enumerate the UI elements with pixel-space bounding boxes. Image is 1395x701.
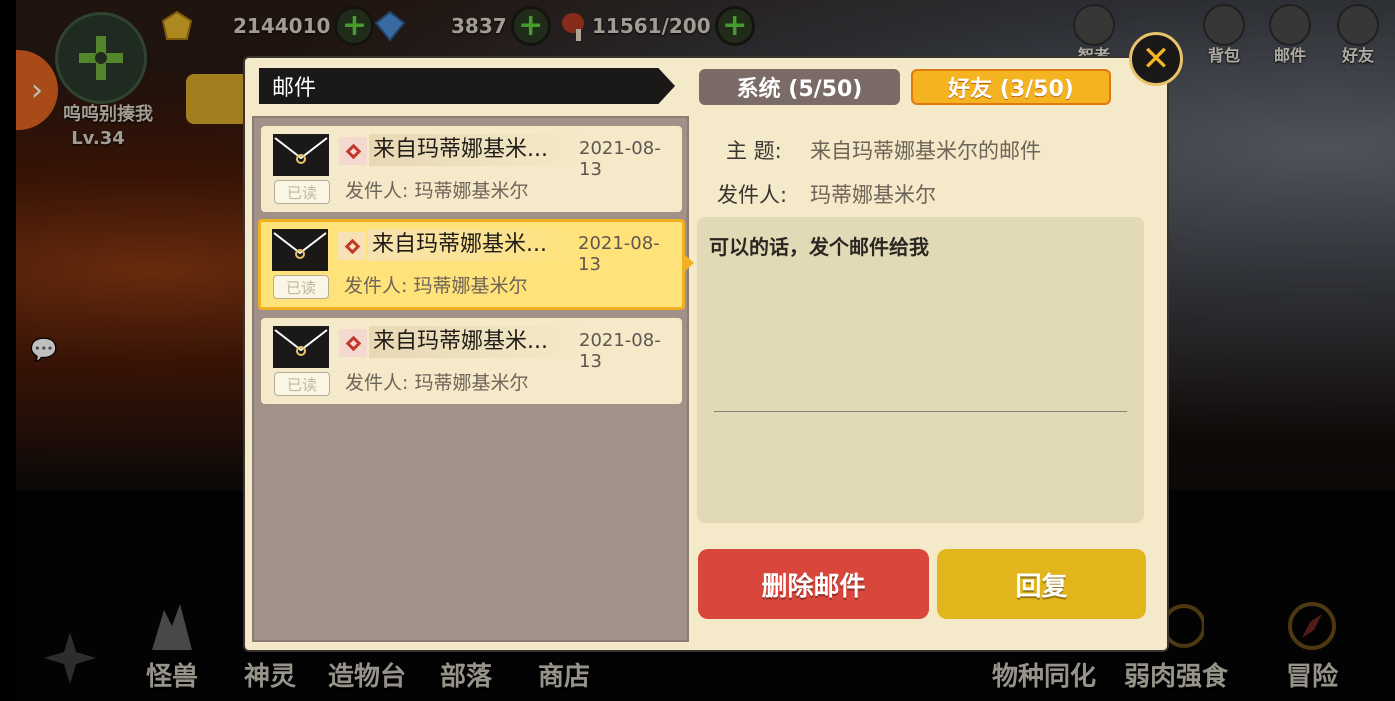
mail-date: 2021-08-13: [578, 233, 660, 275]
close-icon: ✕: [1141, 39, 1171, 79]
sender-value: 玛蒂娜基米尔: [810, 183, 936, 207]
mail-body-text: 可以的话，发个邮件给我: [709, 235, 929, 259]
mail-subject: 来自玛蒂娜基米...: [369, 134, 581, 166]
dialog-title: 邮件: [259, 68, 675, 104]
mail-list-item[interactable]: 已读 来自玛蒂娜基米... 2021-08-13 发件人: 玛蒂娜基米尔: [261, 318, 682, 404]
mail-sender: 发件人: 玛蒂娜基米尔: [345, 372, 529, 394]
close-button[interactable]: ✕: [1129, 32, 1183, 86]
diamond-icon: [339, 329, 367, 357]
sender-label: 发件人:: [717, 183, 788, 207]
read-badge: 已读: [273, 275, 329, 299]
tab-system[interactable]: 系统 (5/50): [699, 69, 900, 105]
selection-pointer: [682, 252, 694, 274]
mail-subject: 来自玛蒂娜基米...: [368, 229, 580, 261]
mail-sender: 发件人: 玛蒂娜基米尔: [345, 180, 529, 202]
subject-value: 来自玛蒂娜基米尔的邮件: [810, 139, 1041, 163]
divider: [714, 411, 1127, 412]
envelope-icon: [273, 326, 329, 368]
diamond-icon: [339, 137, 367, 165]
tab-friends[interactable]: 好友 (3/50): [911, 69, 1111, 105]
read-badge: 已读: [274, 180, 330, 204]
envelope-icon: [272, 229, 328, 271]
subject-label: 主 题:: [726, 139, 782, 163]
mail-body: 可以的话，发个邮件给我: [697, 217, 1144, 523]
reply-button[interactable]: 回复: [937, 549, 1146, 619]
mail-date: 2021-08-13: [579, 330, 661, 372]
diamond-icon: [338, 232, 366, 260]
mail-list-item-selected[interactable]: 已读 来自玛蒂娜基米... 2021-08-13 发件人: 玛蒂娜基米尔: [258, 219, 685, 310]
mail-subject: 来自玛蒂娜基米...: [369, 326, 581, 358]
mail-list-item[interactable]: 已读 来自玛蒂娜基米... 2021-08-13 发件人: 玛蒂娜基米尔: [261, 126, 682, 212]
mail-sender: 发件人: 玛蒂娜基米尔: [344, 275, 528, 297]
mail-list: 已读 来自玛蒂娜基米... 2021-08-13 发件人: 玛蒂娜基米尔 已读 …: [252, 116, 689, 642]
mail-date: 2021-08-13: [579, 138, 661, 180]
read-badge: 已读: [274, 372, 330, 396]
mail-dialog: 邮件 系统 (5/50) 好友 (3/50) 已读 来自玛蒂娜基米... 202…: [245, 58, 1167, 650]
delete-mail-button[interactable]: 删除邮件: [698, 549, 929, 619]
envelope-icon: [273, 134, 329, 176]
